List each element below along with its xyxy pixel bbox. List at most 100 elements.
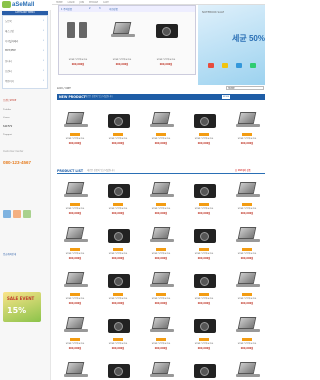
brand-canon[interactable]: Canon (3, 116, 10, 119)
arrow-right-icon: › (43, 18, 45, 22)
product-card[interactable]: STWF 노트북 H700000,000원 (146, 180, 176, 218)
category-item[interactable]: 노트북 (5, 19, 12, 23)
product-price: 000,000원 (197, 347, 211, 350)
logo-mark (2, 0, 11, 8)
product-card[interactable]: STWF 노트북 H700 000,000원 (189, 180, 219, 218)
new-badge (70, 338, 80, 341)
product-card[interactable]: STWF 노트북 H700000,000원 (146, 270, 176, 308)
product-price: 000,000원 (68, 302, 82, 305)
delivery-icon[interactable] (23, 210, 31, 218)
banner-product[interactable]: STWF 노트북 H700 000,000원 (107, 20, 137, 66)
camera-image (191, 180, 217, 200)
laptop-image (234, 360, 260, 380)
product-price: 000,000원 (240, 212, 254, 215)
brand-tsupport[interactable]: Tsupport (3, 133, 12, 136)
product-name: STWF 노트북 H700 (237, 343, 257, 345)
product-list-header: PRODUCT LIST 새로운 상품이 입고되었습니다 총 268개의 상품 (57, 168, 265, 174)
banner-tab[interactable]: 1 주력상품 (61, 7, 72, 11)
product-card[interactable]: STWF 노트북 H700000,000원 (232, 360, 262, 380)
banner-tab[interactable]: 2 (89, 7, 91, 10)
product-price: 000,000원 (197, 142, 211, 145)
category-item[interactable]: 모니터 (5, 59, 12, 63)
product-card[interactable]: STWF 노트북 H700000,000원 (232, 225, 262, 263)
brand-toshiba[interactable]: Toshiba (3, 108, 11, 111)
banner-product[interactable]: STWF 노트북 H700 000,000원 (151, 20, 181, 66)
product-card[interactable]: STWF 노트북 H700000,000원 (60, 110, 90, 148)
product-card[interactable]: STWF 노트북 H700000,000원 (146, 225, 176, 263)
laptop-image (109, 20, 135, 40)
product-card[interactable]: STWF 노트북 H700 000,000원 (103, 180, 133, 218)
product-card[interactable]: STWF 노트북 H700000,000원 (146, 315, 176, 353)
arrow-right-icon: › (43, 38, 45, 42)
product-name: STWF 노트북 H700 (65, 253, 85, 255)
product-name: STWF 노트북 H700 (151, 138, 171, 140)
new-badge (242, 338, 252, 341)
product-card[interactable]: STWF 노트북 H700000,000원 (189, 110, 219, 148)
product-card[interactable]: STWF 노트북 H700000,000원 (60, 315, 90, 353)
camera-image (105, 270, 131, 290)
laptop-image (148, 225, 174, 245)
banner-tab[interactable]: 추천상품 (109, 7, 118, 11)
product-card[interactable]: STWF 노트북 H700000,000원 (146, 360, 176, 380)
promo-item-icon (208, 63, 214, 68)
product-card[interactable]: STWF 노트북 H700000,000원 (232, 110, 262, 148)
customer-phone: 080-123-4567 (3, 160, 32, 165)
site-logo[interactable]: aSeMall (2, 0, 50, 10)
category-item[interactable]: 프린터 (5, 69, 12, 73)
qna-icon[interactable] (13, 210, 21, 218)
banner-product[interactable]: STWF 노트북 H700 000,000원 (63, 20, 93, 66)
product-card[interactable]: STWF 노트북 H700000,000원 (232, 270, 262, 308)
category-item[interactable]: MP3/PMP (5, 49, 16, 52)
product-name: STWF 노트북 H700 (108, 208, 128, 210)
product-card[interactable]: STWF 노트북 H700000,000원 (189, 315, 219, 353)
product-card[interactable]: STWF 노트북 H700000,000원 (60, 270, 90, 308)
product-card[interactable]: STWF 노트북 H700000,000원 (189, 270, 219, 308)
sort-select[interactable]: HOME (226, 86, 264, 90)
product-card[interactable]: STWF 노트북 H700000,000원 (189, 360, 219, 380)
product-price: 000,000원 (111, 142, 125, 145)
section-title: PRODUCT LIST (57, 169, 84, 173)
breadcrumb: LCD / CRT (57, 86, 71, 90)
product-name: STWF 노트북 H700 (108, 298, 128, 300)
product-name: STWF 노트북 H700 (194, 208, 214, 210)
more-button[interactable]: MORE (222, 95, 230, 99)
arrow-right-icon: › (43, 58, 45, 62)
laptop-image (234, 180, 260, 200)
notice-icon[interactable] (3, 210, 11, 218)
laptop-image (234, 315, 260, 335)
category-item[interactable]: 주변기기 (5, 79, 14, 83)
product-name: STWF 노트북 H700 (65, 138, 85, 140)
new-badge (156, 203, 166, 206)
category-item[interactable]: 디지털카메라 (5, 39, 18, 43)
product-card[interactable]: STWF 노트북 H700000,000원 (60, 225, 90, 263)
brand-sony[interactable]: SONY (3, 124, 13, 128)
product-card[interactable]: STWF 노트북 H700 000,000원 (103, 270, 133, 308)
product-card[interactable]: STWF 노트북 H700000,000원 (232, 315, 262, 353)
product-name: STWF 노트북 H700 (65, 208, 85, 210)
product-card[interactable]: STWF 노트북 H700000,000원 (60, 180, 90, 218)
featured-banner: 1 주력상품 2 3 추천상품 STWF 노트북 H700 000,000원 S… (58, 5, 196, 75)
banner-tab[interactable]: 3 (99, 7, 101, 10)
sale-event-banner[interactable]: SALE EVENT 15% (3, 292, 41, 322)
new-badge (242, 203, 252, 206)
product-card[interactable]: STWF 노트북 H700000,000원 (103, 225, 133, 263)
product-name: STWF 노트북 H700 (108, 138, 128, 140)
section-subtitle: 새로운 상품이 입고되었습니다 (87, 169, 115, 172)
new-badge (156, 293, 166, 296)
product-card[interactable]: STWF 노트북 H700000,000원 (189, 225, 219, 263)
category-item[interactable]: 데스크탑 (5, 29, 14, 33)
arrow-right-icon: › (43, 78, 45, 82)
product-card[interactable]: STWF 노트북 H700000,000원 (103, 360, 133, 380)
product-card[interactable]: STWF 노트북 H700000,000원 (232, 180, 262, 218)
product-price: 000,000원 (154, 212, 168, 215)
product-card[interactable]: STWF 노트북 H700000,000원 (146, 110, 176, 148)
product-price: 000,000원 (111, 302, 125, 305)
product-card[interactable]: STWF 노트북 H700000,000원 (60, 360, 90, 380)
promo-banner[interactable]: NOTEBOOK SALE 세균 50% (198, 5, 265, 85)
product-price: 000,000원 (197, 212, 211, 215)
product-card[interactable]: STWF 노트북 H700 000,000원 (103, 110, 133, 148)
new-product-header: NEW PRODUCT 새로운 상품이 입고되었습니다 MORE (57, 94, 265, 100)
product-price: 000,000원 (154, 347, 168, 350)
product-card[interactable]: STWF 노트북 H700000,000원 (103, 315, 133, 353)
product-price: 000,000원 (111, 212, 125, 215)
